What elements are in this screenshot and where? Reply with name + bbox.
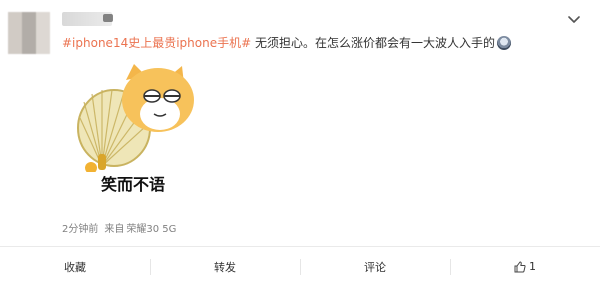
action-bar: 收藏 转发 评论 1 (0, 247, 600, 286)
chevron-down-icon (568, 16, 580, 23)
like-count: 1 (529, 260, 536, 273)
like-button[interactable]: 1 (450, 247, 600, 286)
post-text: #iphone14史上最贵iphone手机# 无须担心。在怎么涨价都会有一大波人… (62, 34, 582, 52)
more-options-button[interactable] (566, 12, 582, 28)
post-meta: 2分钟前 来自 荣耀30 5G (62, 220, 182, 235)
source-prefix: 来自 (104, 224, 125, 235)
repost-button[interactable]: 转发 (150, 247, 300, 286)
favorite-button[interactable]: 收藏 (0, 247, 150, 286)
thumbs-up-icon (514, 261, 526, 272)
username-tail (103, 14, 113, 22)
post-card: #iphone14史上最贵iphone手机# 无须担心。在怎么涨价都会有一大波人… (0, 0, 600, 286)
like-wrap: 1 (514, 260, 536, 273)
cat-fan-sticker-icon (77, 64, 194, 174)
sticker-caption: 笑而不语 (101, 175, 166, 194)
comment-button[interactable]: 评论 (300, 247, 450, 286)
hashtag-link[interactable]: #iphone14史上最贵iphone手机# (62, 36, 251, 50)
post-time[interactable]: 2分钟前 (62, 224, 98, 235)
post-body: 无须担心。在怎么涨价都会有一大波人入手的 (251, 36, 495, 50)
favorite-label: 收藏 (64, 260, 86, 274)
comment-label: 评论 (364, 260, 386, 274)
source-device: 荣耀30 5G (126, 224, 177, 235)
repost-label: 转发 (214, 260, 236, 274)
avatar[interactable] (8, 12, 50, 54)
face-emoji-icon (496, 36, 511, 50)
